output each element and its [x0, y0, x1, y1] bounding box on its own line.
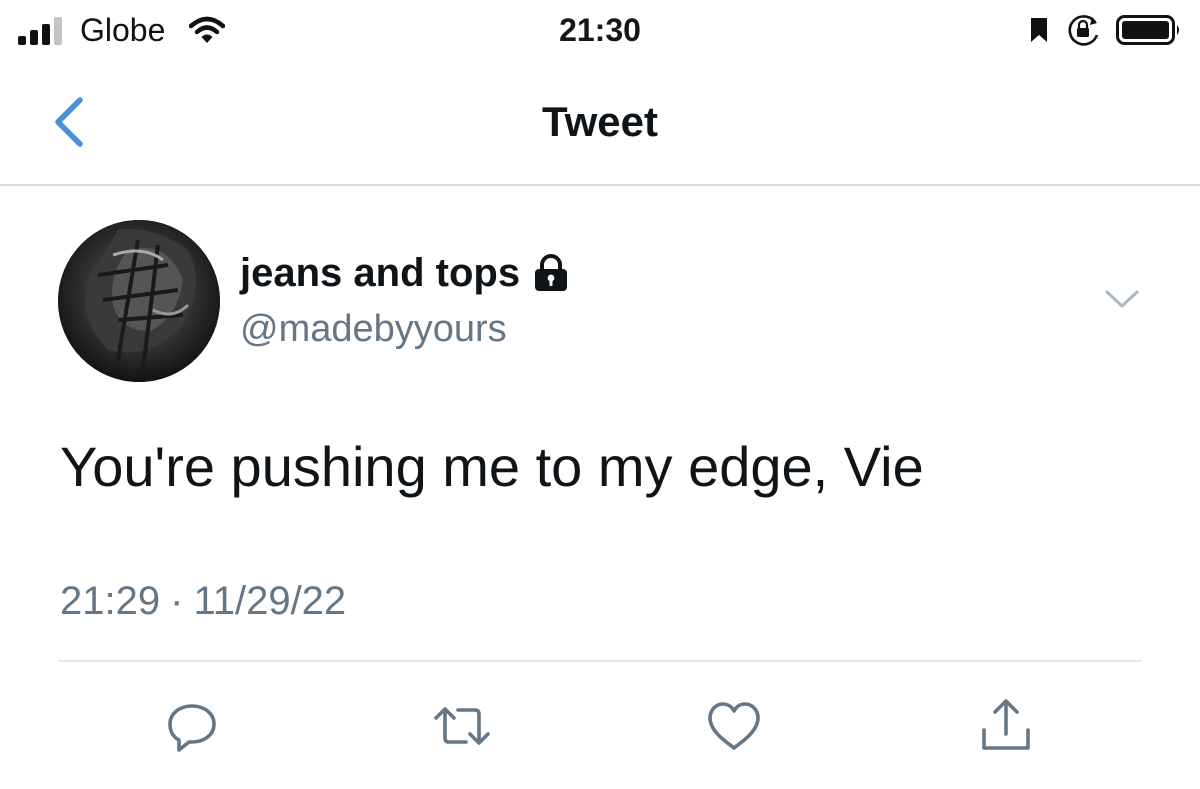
share-icon [982, 699, 1030, 750]
tweet-timestamp: 21:29 · 11/29/22 [60, 576, 346, 626]
bookmark-icon [1031, 18, 1047, 42]
like-button[interactable] [704, 696, 764, 756]
display-name[interactable]: jeans and tops [240, 248, 520, 298]
tweet-text: You're pushing me to my edge, Vie [60, 435, 924, 498]
lock-icon [535, 254, 568, 291]
wifi-icon [189, 16, 225, 43]
retweet-button[interactable] [432, 696, 492, 756]
avatar-image [58, 220, 220, 382]
rotation-lock-icon [1068, 15, 1099, 46]
back-button[interactable] [50, 94, 90, 150]
meta-separator: · [170, 579, 184, 623]
author-name-row[interactable]: jeans and tops [240, 248, 570, 298]
avatar[interactable] [58, 220, 220, 382]
like-icon [708, 702, 760, 750]
signal-icon [18, 17, 62, 45]
status-time: 21:30 [559, 12, 641, 48]
reply-button[interactable] [162, 696, 222, 756]
carrier-name: Globe [80, 12, 166, 48]
tweet-date: 11/29/22 [193, 579, 347, 623]
chevron-left-icon [55, 97, 83, 147]
retweet-icon [434, 707, 490, 745]
page-title: Tweet [542, 98, 658, 145]
tweet-time: 21:29 [60, 579, 161, 623]
user-handle[interactable]: @madebyyours [240, 306, 507, 352]
more-options-button[interactable] [1102, 282, 1142, 318]
reply-icon [168, 704, 216, 752]
battery-icon [1116, 15, 1179, 45]
chevron-down-icon [1105, 290, 1139, 308]
status-bar: Globe 21:30 [0, 0, 1200, 64]
divider [58, 660, 1142, 662]
share-button[interactable] [976, 696, 1036, 756]
navigation-bar: Tweet [0, 64, 1200, 186]
